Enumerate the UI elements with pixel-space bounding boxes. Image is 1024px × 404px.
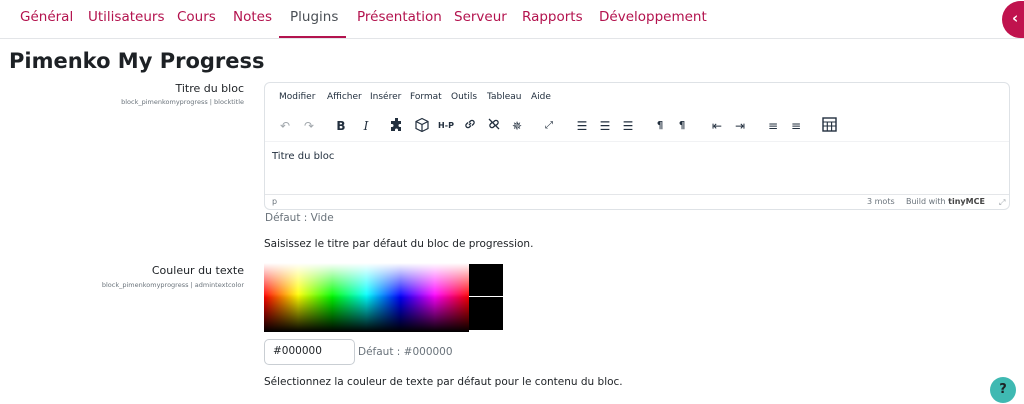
editor-content: Titre du bloc: [272, 151, 335, 162]
tab-serveur[interactable]: Serveur: [454, 9, 507, 25]
color-preview-current: [469, 264, 503, 296]
tab-general[interactable]: Général: [20, 9, 73, 25]
tab-plugins[interactable]: Plugins: [290, 9, 338, 25]
text-color-input[interactable]: #000000: [264, 339, 355, 365]
puzzle-icon[interactable]: [388, 117, 406, 135]
cube-icon[interactable]: [413, 117, 431, 135]
rich-text-editor: Modifier Afficher Insérer Format Outils …: [264, 82, 1010, 210]
table-icon[interactable]: [820, 117, 838, 135]
build-with-text: Build with: [906, 197, 946, 206]
tab-utilisateurs[interactable]: Utilisateurs: [88, 9, 164, 25]
element-path[interactable]: p: [272, 197, 277, 206]
bullet-list-icon[interactable]: ≡: [764, 117, 782, 135]
tab-presentation[interactable]: Présentation: [357, 9, 442, 25]
color-picker-gradient[interactable]: [264, 263, 469, 332]
menu-aide[interactable]: Aide: [531, 92, 551, 102]
align-center-icon[interactable]: ☰: [596, 117, 614, 135]
menu-outils[interactable]: Outils: [451, 92, 477, 102]
undo-icon[interactable]: ↶: [276, 117, 294, 135]
sparkle-icon[interactable]: ✵: [508, 117, 526, 135]
unlink-icon[interactable]: [485, 117, 503, 135]
resize-handle-icon[interactable]: ⤢: [999, 198, 1005, 208]
text-color-default: Défaut : #000000: [358, 346, 453, 358]
editor-statusbar: p 3 mots Build with tinyMCE ⤢: [265, 194, 1009, 209]
chevron-left-icon: ‹: [1012, 9, 1019, 27]
editor-content-area[interactable]: Titre du bloc: [265, 141, 1009, 194]
tab-rapports[interactable]: Rapports: [522, 9, 583, 25]
darkness-overlay: [264, 263, 469, 332]
tab-cours[interactable]: Cours: [177, 9, 216, 25]
block-title-default: Défaut : Vide: [265, 212, 334, 224]
outdent-icon[interactable]: ⇤: [708, 117, 726, 135]
text-color-label: Couleur du texte: [151, 264, 244, 277]
text-color-description: Sélectionnez la couleur de texte par déf…: [264, 376, 623, 388]
active-tab-indicator: [279, 36, 346, 38]
tinymce-logo: tinyMCE: [948, 197, 985, 206]
menu-inserer[interactable]: Insérer: [370, 92, 401, 102]
admin-tab-bar: Général Utilisateurs Cours Notes Plugins…: [0, 0, 1024, 39]
numbered-list-icon[interactable]: ≡: [787, 117, 805, 135]
menu-modifier[interactable]: Modifier: [279, 92, 315, 102]
h5p-icon[interactable]: H-P: [436, 117, 456, 135]
indent-icon[interactable]: ⇥: [731, 117, 749, 135]
block-title-label: Titre du bloc: [175, 82, 244, 95]
tab-notes[interactable]: Notes: [233, 9, 272, 25]
menu-tableau[interactable]: Tableau: [487, 92, 522, 102]
bold-icon[interactable]: B: [332, 117, 350, 135]
fullscreen-icon[interactable]: ⤢: [540, 117, 558, 135]
menu-format[interactable]: Format: [410, 92, 442, 102]
italic-icon[interactable]: I: [357, 117, 375, 135]
block-title-key: block_pimenkomyprogress | blocktitle: [121, 98, 244, 106]
color-preview-default: [469, 297, 503, 330]
editor-toolbar: ↶ ↷ B I H-P ✵ ⤢ ☰ ☰ ☰ ¶ ¶ ⇤ ⇥ ≡ ≡: [265, 114, 1009, 138]
align-left-icon[interactable]: ☰: [573, 117, 591, 135]
word-count[interactable]: 3 mots: [867, 197, 895, 206]
rtl-icon[interactable]: ¶: [673, 117, 691, 135]
ltr-icon[interactable]: ¶: [651, 117, 669, 135]
help-button[interactable]: ?: [990, 377, 1016, 403]
page-title: Pimenko My Progress: [9, 49, 265, 73]
block-title-description: Saisissez le titre par défaut du bloc de…: [264, 238, 534, 250]
menu-afficher[interactable]: Afficher: [327, 92, 362, 102]
tinymce-branding[interactable]: Build with tinyMCE: [906, 197, 985, 206]
text-color-key: block_pimenkomyprogress | admintextcolor: [101, 281, 244, 289]
tab-developpement[interactable]: Développement: [599, 9, 707, 25]
align-right-icon[interactable]: ☰: [619, 117, 637, 135]
redo-icon[interactable]: ↷: [300, 117, 318, 135]
link-icon[interactable]: [461, 117, 479, 135]
